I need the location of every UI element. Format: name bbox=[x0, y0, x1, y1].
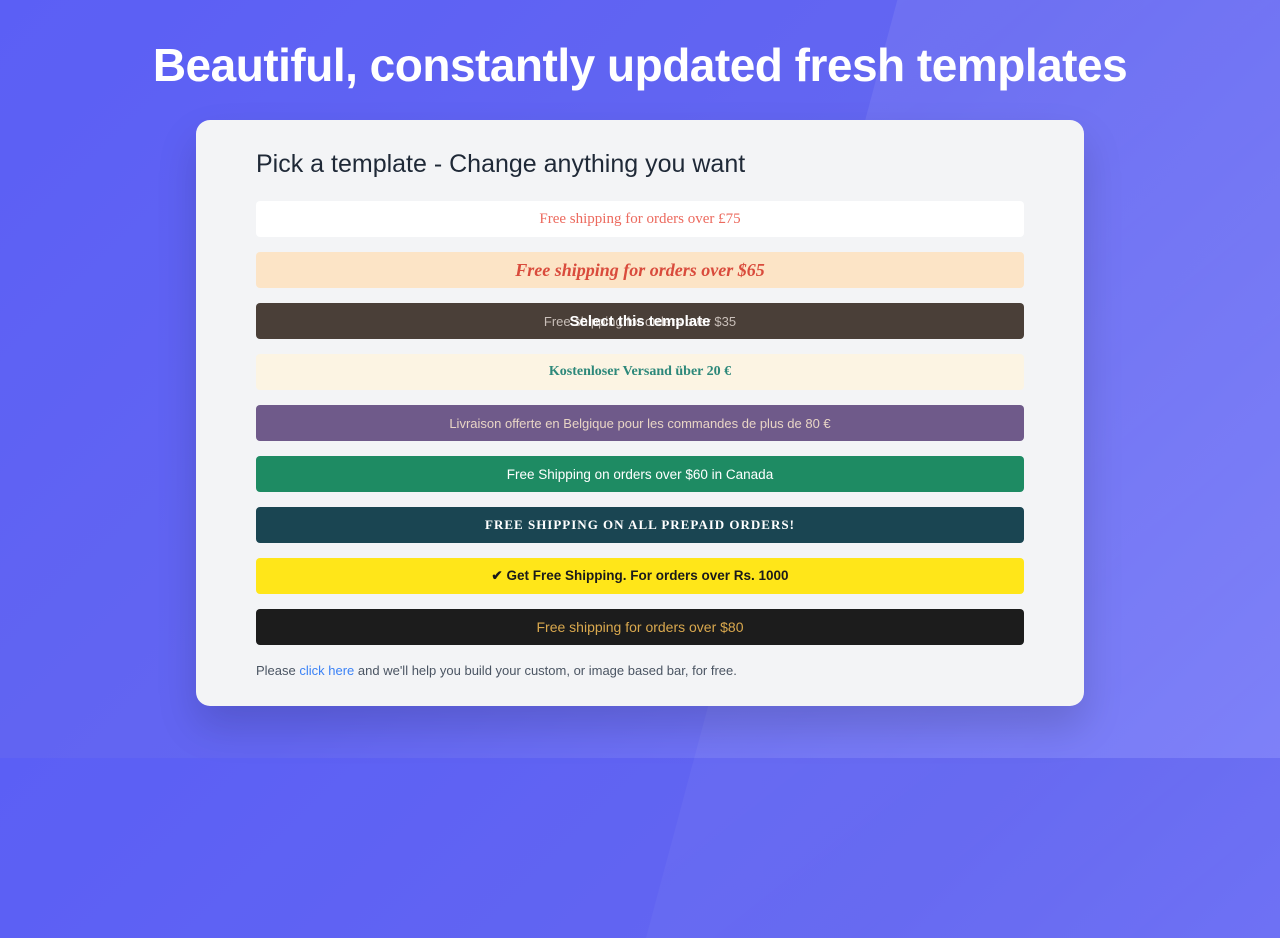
template-list: Free shipping for orders over £75 Free s… bbox=[256, 201, 1024, 645]
page-title: Beautiful, constantly updated fresh temp… bbox=[0, 38, 1280, 92]
template-bar[interactable]: Free Shipping on orders over $60 in Cana… bbox=[256, 456, 1024, 492]
template-bar[interactable]: Livraison offerte en Belgique pour les c… bbox=[256, 405, 1024, 441]
card-heading: Pick a template - Change anything you wa… bbox=[256, 150, 1024, 179]
template-bar-text: Free shipping for orders over £75 bbox=[539, 211, 740, 228]
template-bar[interactable]: FREE SHIPPING ON ALL PREPAID ORDERS! bbox=[256, 507, 1024, 543]
template-bar-text: Free shipping for orders over $65 bbox=[515, 260, 765, 281]
template-bar-text: FREE SHIPPING ON ALL PREPAID ORDERS! bbox=[485, 517, 795, 533]
template-bar[interactable]: Free shipping for orders over $35 Select… bbox=[256, 303, 1024, 339]
template-bar[interactable]: Kostenloser Versand über 20 € bbox=[256, 354, 1024, 390]
click-here-link[interactable]: click here bbox=[299, 663, 354, 678]
template-bar[interactable]: Free shipping for orders over $65 bbox=[256, 252, 1024, 288]
template-bar[interactable]: Free shipping for orders over £75 bbox=[256, 201, 1024, 237]
select-template-button[interactable]: Select this template bbox=[570, 313, 711, 330]
template-picker-card: Pick a template - Change anything you wa… bbox=[196, 120, 1084, 706]
footer-suffix: and we'll help you build your custom, or… bbox=[354, 663, 737, 678]
template-bar-text: ✔ Get Free Shipping. For orders over Rs.… bbox=[491, 568, 788, 584]
template-bar-text: Kostenloser Versand über 20 € bbox=[549, 364, 731, 380]
template-bar-text: Free Shipping on orders over $60 in Cana… bbox=[507, 467, 773, 482]
template-bar[interactable]: ✔ Get Free Shipping. For orders over Rs.… bbox=[256, 558, 1024, 594]
template-bar[interactable]: Free shipping for orders over $80 bbox=[256, 609, 1024, 645]
template-bar-text: Livraison offerte en Belgique pour les c… bbox=[449, 416, 830, 431]
footer-help-text: Please click here and we'll help you bui… bbox=[256, 663, 1024, 678]
footer-prefix: Please bbox=[256, 663, 299, 678]
template-bar-text: Free shipping for orders over $80 bbox=[537, 619, 744, 635]
